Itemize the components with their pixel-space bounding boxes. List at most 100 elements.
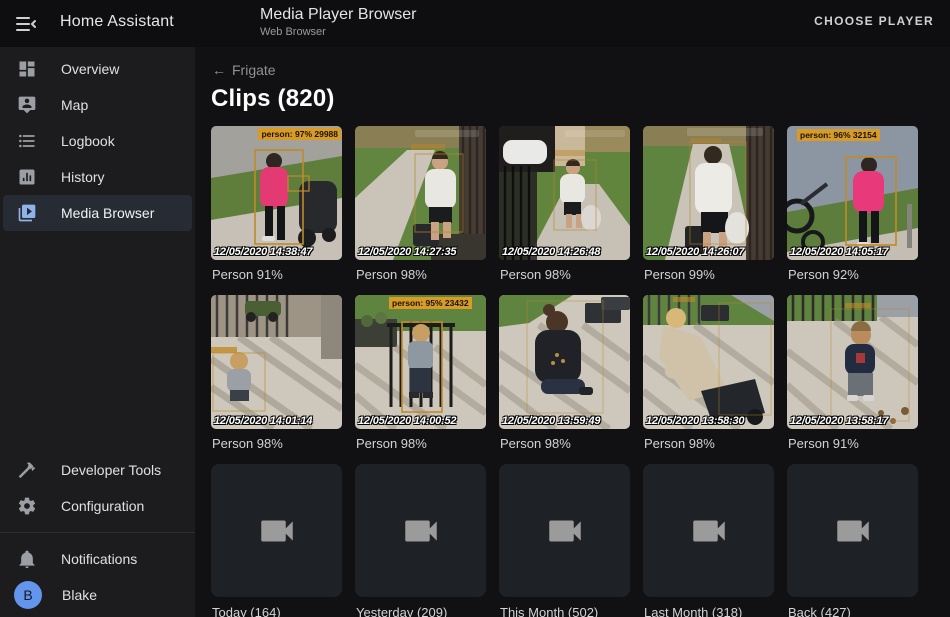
clip-thumbnail[interactable]: person: 97% 29988 12/05/2020 14:38:47: [211, 126, 342, 260]
sidebar-item-notifications[interactable]: Notifications: [3, 541, 192, 577]
sidebar-item-label: Logbook: [61, 133, 115, 149]
sidebar-item-configuration[interactable]: Configuration: [3, 488, 192, 524]
clip-thumbnail[interactable]: 12/05/2020 14:01:14: [211, 295, 342, 429]
folder-label: Yesterday (209): [356, 605, 486, 617]
folder-tile-this-month[interactable]: [499, 464, 630, 597]
clip-caption: Person 99%: [644, 267, 774, 282]
sidebar-item-map[interactable]: Map: [3, 87, 192, 123]
sidebar-app-title: Home Assistant: [60, 13, 174, 31]
map-account-icon: [17, 95, 37, 115]
view-dashboard-icon: [17, 59, 37, 79]
clip-caption: Person 98%: [356, 436, 486, 451]
folder-card: Yesterday (209): [355, 464, 486, 617]
clip-caption: Person 98%: [500, 267, 630, 282]
clip-thumbnail[interactable]: 12/05/2020 13:58:30: [643, 295, 774, 429]
clip-timestamp: 12/05/2020 14:38:47: [214, 246, 312, 258]
sidebar-item-history[interactable]: History: [3, 159, 192, 195]
sidebar-toggle-icon[interactable]: [14, 12, 38, 36]
clip-scene-image: [643, 126, 774, 260]
clip-timestamp: 12/05/2020 14:26:48: [502, 246, 600, 258]
sidebar-item-label: Configuration: [61, 498, 144, 514]
sidebar-divider: [0, 532, 195, 533]
breadcrumb-back[interactable]: ← Frigate: [195, 47, 276, 78]
page-header-title: Media Player Browser: [260, 6, 417, 24]
folder-label: Today (164): [212, 605, 342, 617]
video-icon: [400, 510, 442, 552]
clip-timestamp: 12/05/2020 14:27:35: [358, 246, 456, 258]
folder-tile-today[interactable]: [211, 464, 342, 597]
clip-timestamp: 12/05/2020 13:58:30: [646, 415, 744, 427]
folder-tile-last-month[interactable]: [643, 464, 774, 597]
video-icon: [688, 510, 730, 552]
folder-label: Last Month (318): [644, 605, 774, 617]
clip-caption: Person 98%: [500, 436, 630, 451]
video-icon: [544, 510, 586, 552]
clip-scene-image: [643, 295, 774, 429]
hammer-icon: [17, 460, 37, 480]
clip-caption: Person 91%: [212, 267, 342, 282]
clip-caption: Person 98%: [212, 436, 342, 451]
sidebar-item-media-browser[interactable]: Media Browser: [3, 195, 192, 231]
sidebar-item-label: Notifications: [61, 551, 137, 567]
clip-card: 12/05/2020 13:58:17 Person 91%: [787, 295, 918, 464]
app-header: Home Assistant Media Player Browser Web …: [0, 0, 950, 47]
video-icon: [256, 510, 298, 552]
clip-thumbnail[interactable]: 12/05/2020 14:26:48: [499, 126, 630, 260]
clip-thumbnail[interactable]: 12/05/2020 13:59:49: [499, 295, 630, 429]
list-bulleted-icon: [17, 131, 37, 151]
sidebar-item-label: Developer Tools: [61, 462, 161, 478]
clip-thumbnail[interactable]: 12/05/2020 14:27:35: [355, 126, 486, 260]
clip-timestamp: 12/05/2020 14:05:17: [790, 246, 888, 258]
sidebar-item-overview[interactable]: Overview: [3, 51, 192, 87]
detection-label: person: 95% 23432: [389, 297, 472, 309]
bell-icon: [17, 549, 37, 569]
user-avatar: B: [14, 581, 42, 609]
clips-grid: person: 97% 29988 12/05/2020 14:38:47 Pe…: [195, 126, 950, 617]
clip-card: 12/05/2020 14:26:07 Person 99%: [643, 126, 774, 295]
clip-thumbnail[interactable]: 12/05/2020 13:58:17: [787, 295, 918, 429]
detection-label: person: 96% 32154: [797, 129, 880, 141]
clip-scene-image: [211, 126, 342, 260]
breadcrumb-label: Frigate: [232, 62, 276, 78]
clip-timestamp: 12/05/2020 14:01:14: [214, 415, 312, 427]
chart-box-icon: [17, 167, 37, 187]
video-icon: [832, 510, 874, 552]
media-browser-content: ←Frigate Clips (820): [195, 47, 950, 617]
sidebar-item-label: Overview: [61, 61, 119, 77]
clip-scene-image: [787, 295, 918, 429]
sidebar-item-label: Map: [61, 97, 88, 113]
clip-card: 12/05/2020 14:01:14 Person 98%: [211, 295, 342, 464]
clip-scene-image: [355, 295, 486, 429]
clip-timestamp: 12/05/2020 13:58:17: [790, 415, 888, 427]
clip-timestamp: 12/05/2020 14:26:07: [646, 246, 744, 258]
gear-icon: [17, 496, 37, 516]
clip-timestamp: 12/05/2020 14:00:52: [358, 415, 456, 427]
clip-thumbnail[interactable]: person: 95% 23432 12/05/2020 14:00:52: [355, 295, 486, 429]
clip-thumbnail[interactable]: person: 96% 32154 12/05/2020 14:05:17: [787, 126, 918, 260]
folder-tile-yesterday[interactable]: [355, 464, 486, 597]
clip-scene-image: [499, 126, 630, 260]
user-name: Blake: [62, 587, 97, 603]
clip-scene-image: [499, 295, 630, 429]
clip-thumbnail[interactable]: 12/05/2020 14:26:07: [643, 126, 774, 260]
back-arrow-icon: ←: [212, 62, 226, 78]
clip-card: 12/05/2020 13:58:30 Person 98%: [643, 295, 774, 464]
page-header-subtitle: Web Browser: [260, 26, 417, 38]
clip-timestamp: 12/05/2020 13:59:49: [502, 415, 600, 427]
folder-card: Last Month (318): [643, 464, 774, 617]
clip-card: person: 97% 29988 12/05/2020 14:38:47 Pe…: [211, 126, 342, 295]
sidebar: Overview Map Logbook History Media Brows…: [0, 47, 195, 617]
sidebar-item-developer-tools[interactable]: Developer Tools: [3, 452, 192, 488]
clip-scene-image: [355, 126, 486, 260]
folder-tile-back[interactable]: [787, 464, 918, 597]
detection-label: person: 97% 29988: [258, 128, 341, 140]
sidebar-item-profile[interactable]: B Blake: [3, 577, 192, 613]
sidebar-item-logbook[interactable]: Logbook: [3, 123, 192, 159]
clip-card: person: 96% 32154 12/05/2020 14:05:17 Pe…: [787, 126, 918, 295]
folder-card: Today (164): [211, 464, 342, 617]
play-box-multiple-icon: [17, 203, 37, 223]
clip-scene-image: [211, 295, 342, 429]
clip-card: 12/05/2020 14:27:35 Person 98%: [355, 126, 486, 295]
clip-card: 12/05/2020 13:59:49 Person 98%: [499, 295, 630, 464]
choose-player-button[interactable]: CHOOSE PLAYER: [814, 14, 934, 28]
